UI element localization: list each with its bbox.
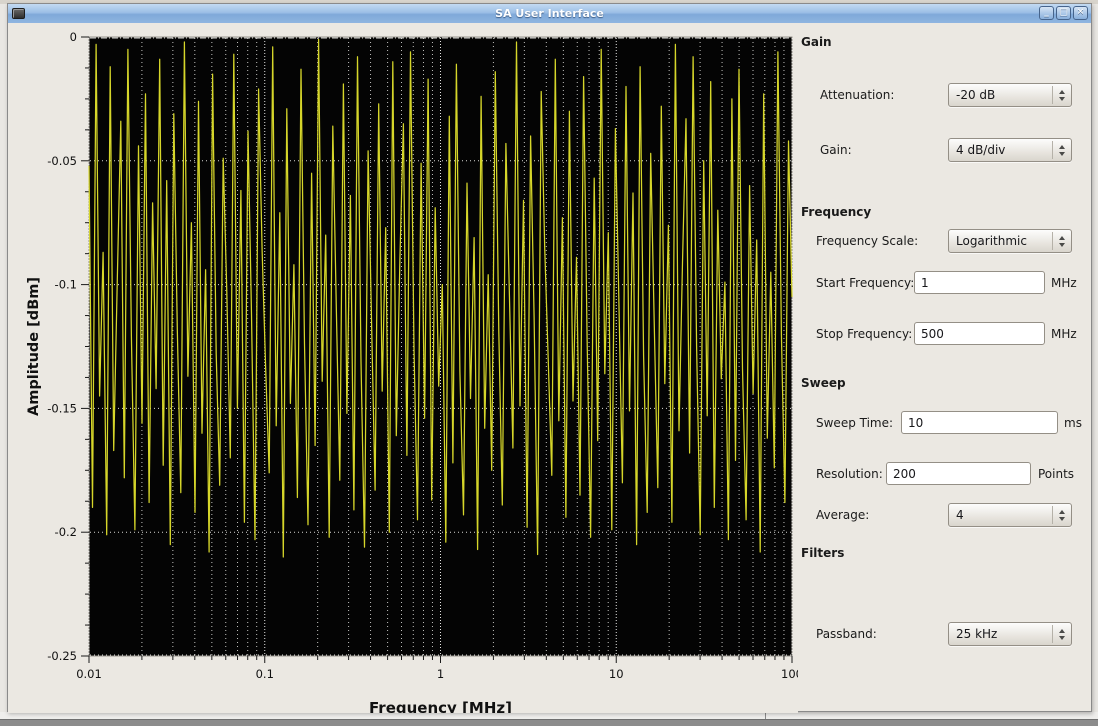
x-axis-label: Frequency [MHz] — [369, 699, 512, 713]
svg-text:100: 100 — [781, 667, 798, 681]
stop-frequency-input[interactable] — [914, 322, 1045, 345]
close-button[interactable]: ✕ — [1073, 6, 1088, 20]
svg-text:-0.05: -0.05 — [47, 154, 77, 168]
svg-text:-0.2: -0.2 — [55, 525, 77, 539]
svg-text:0.01: 0.01 — [76, 667, 102, 681]
svg-text:-0.25: -0.25 — [47, 649, 77, 663]
start-frequency-unit: MHz — [1051, 276, 1077, 290]
average-select[interactable]: 4 — [948, 503, 1072, 527]
svg-text:-0.1: -0.1 — [55, 278, 77, 292]
y-axis-label: Amplitude [dBm] — [26, 277, 42, 416]
svg-text:1: 1 — [437, 667, 444, 681]
section-header-frequency: Frequency — [801, 205, 871, 219]
passband-select[interactable]: 25 kHz — [948, 622, 1072, 646]
svg-text:0.1: 0.1 — [256, 667, 274, 681]
control-panel: Gain Attenuation: -20 dB Gain: 4 dB/div … — [798, 23, 1091, 711]
sweep-time-label: Sweep Time: — [816, 416, 893, 430]
frequency-scale-value: Logarithmic — [949, 234, 1052, 248]
section-header-gain: Gain — [801, 35, 832, 49]
background-right-strip — [1092, 4, 1098, 712]
attenuation-select[interactable]: -20 dB — [948, 83, 1072, 107]
gain-value: 4 dB/div — [949, 143, 1052, 157]
svg-text:10: 10 — [609, 667, 624, 681]
window-title: SA User Interface — [8, 7, 1091, 20]
svg-text:0: 0 — [70, 30, 77, 44]
minimize-button[interactable]: _ — [1039, 6, 1054, 20]
close-icon: ✕ — [1074, 7, 1087, 19]
frequency-scale-label: Frequency Scale: — [816, 234, 918, 248]
frequency-scale-select[interactable]: Logarithmic — [948, 229, 1072, 253]
sweep-time-unit: ms — [1064, 416, 1082, 430]
gain-select[interactable]: 4 dB/div — [948, 138, 1072, 162]
passband-label: Passband: — [816, 627, 877, 641]
spinner-icon[interactable] — [1053, 510, 1071, 521]
spinner-icon[interactable] — [1053, 236, 1071, 247]
passband-value: 25 kHz — [949, 627, 1052, 641]
resolution-label: Resolution: — [816, 467, 883, 481]
sweep-time-input[interactable] — [901, 411, 1058, 434]
resolution-unit: Points — [1038, 467, 1074, 481]
resolution-input[interactable] — [886, 462, 1031, 485]
minimize-icon: _ — [1040, 7, 1053, 19]
stop-frequency-label: Stop Frequency: — [816, 327, 912, 341]
maximize-button[interactable]: □ — [1056, 6, 1071, 20]
section-header-sweep: Sweep — [801, 376, 846, 390]
spinner-icon[interactable] — [1053, 145, 1071, 156]
svg-text:-0.15: -0.15 — [47, 401, 77, 415]
spectrum-figure: 0.01 0.1 1 10 100 0 -0.05 -0.1 -0.15 -0.2 -0.25 Fre… — [8, 23, 798, 713]
spectrum-plot-svg: 0.01 0.1 1 10 100 0 -0.05 -0.1 -0.15 -0.2 -0.25 Fre… — [8, 23, 798, 713]
attenuation-value: -20 dB — [949, 88, 1052, 102]
start-frequency-input[interactable] — [914, 271, 1045, 294]
attenuation-label: Attenuation: — [820, 88, 894, 102]
titlebar[interactable]: SA User Interface _ □ ✕ — [8, 4, 1091, 24]
window-icon — [12, 8, 25, 19]
stop-frequency-unit: MHz — [1051, 327, 1077, 341]
gain-label: Gain: — [820, 143, 852, 157]
start-frequency-label: Start Frequency: — [816, 276, 914, 290]
average-label: Average: — [816, 508, 869, 522]
spinner-icon[interactable] — [1053, 629, 1071, 640]
section-header-filters: Filters — [801, 546, 844, 560]
sa-window: SA User Interface _ □ ✕ 0.01 0.1 1 10 100 0 -0… — [7, 3, 1092, 712]
spinner-icon[interactable] — [1053, 90, 1071, 101]
maximize-icon: □ — [1057, 7, 1070, 19]
average-value: 4 — [949, 508, 1052, 522]
